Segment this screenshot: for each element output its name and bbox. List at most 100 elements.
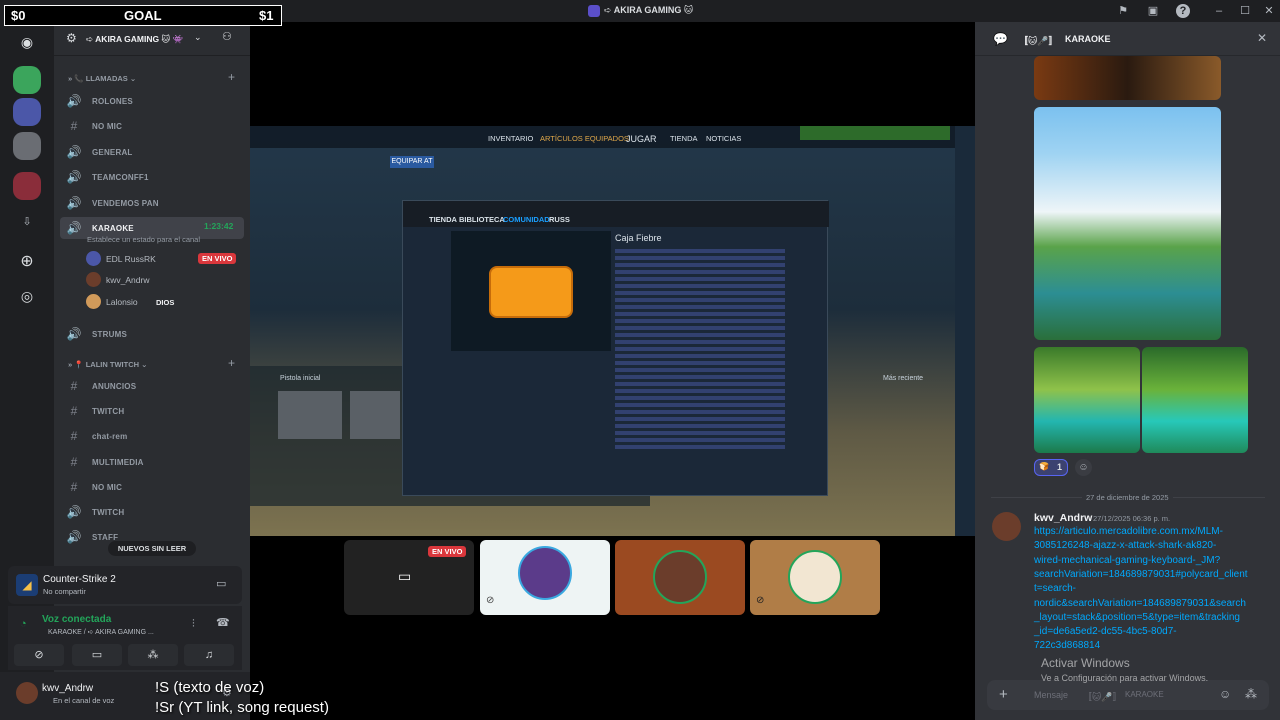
tile-user[interactable]: ⊘ xyxy=(750,540,880,615)
server-icon[interactable] xyxy=(13,172,41,200)
voice-user-name[interactable]: Lalonsio xyxy=(106,297,138,307)
game-tab[interactable]: TIENDA xyxy=(670,134,698,143)
steam-tab[interactable]: COMUNIDAD xyxy=(503,215,550,224)
karaoke-status[interactable]: Establece un estado para el canal xyxy=(87,235,200,244)
chat-input[interactable]: + Mensaje 〚🐱🎤〛 KARAOKE ☺ ⁂ xyxy=(987,680,1269,710)
weapon-card[interactable] xyxy=(350,391,400,439)
emoji-picker-icon[interactable]: ☺ xyxy=(1219,687,1231,701)
channel-twitch[interactable]: 🔊 TWITCH xyxy=(60,501,244,523)
add-attachment-icon[interactable]: + xyxy=(999,686,1008,703)
voice-channel-icon: 🔊 xyxy=(66,170,82,184)
share-screen-button[interactable]: ▭ xyxy=(72,644,122,666)
message-link-line[interactable]: searchVariation=184689879031#polycard_cl… xyxy=(1034,569,1248,580)
chevron-down-icon[interactable]: ⌄ xyxy=(194,32,202,43)
image-attachment[interactable] xyxy=(1034,56,1221,100)
chat-header-emoji: 〚🐱🎤〛 xyxy=(1019,36,1058,46)
steam-tab[interactable]: TIENDA xyxy=(429,215,457,224)
camera-off-button[interactable]: ⊘ xyxy=(14,644,64,666)
message-link-line[interactable]: 3085126248-ajazz-x-attack-shark-ak820- xyxy=(1034,540,1216,551)
waterfall-image[interactable] xyxy=(1034,107,1221,340)
add-channel-icon[interactable]: + xyxy=(228,356,235,370)
game-tab[interactable]: JUGAR xyxy=(626,134,657,144)
stream-video[interactable]: INVENTARIO ARTÍCULOS EQUIPADOS JUGAR TIENDA… xyxy=(250,126,975,536)
voice-user-name[interactable]: kwv_Andrw xyxy=(106,275,149,285)
game-tab[interactable]: NOTICIAS xyxy=(706,134,741,143)
server-icon[interactable] xyxy=(13,132,41,160)
voice-user-name[interactable]: EDL RussRK xyxy=(106,254,156,264)
channel-general[interactable]: 🔊 GENERAL xyxy=(60,141,244,163)
message-link-line[interactable]: wired-mechanical-gaming-keyboard-_JM? xyxy=(1034,555,1220,566)
voice-user-avatar[interactable] xyxy=(86,251,101,266)
message-link-line[interactable]: t=search- xyxy=(1034,583,1076,594)
message-link-line[interactable]: https://articulo.mercadolibre.com.mx/MLM… xyxy=(1034,526,1223,537)
channel-no-mic[interactable]: # NO MIC xyxy=(60,476,244,498)
live-badge: EN VIVO xyxy=(428,546,467,557)
message-avatar[interactable] xyxy=(992,512,1021,541)
message-link-line[interactable]: _id=de6a5ed2-dc55-4bc5-80d7- xyxy=(1034,626,1177,637)
voice-location[interactable]: KARAOKE / ➪ AKIRA GAMING ... xyxy=(48,628,154,636)
add-channel-icon[interactable]: + xyxy=(228,70,235,84)
help-icon[interactable]: ? xyxy=(1176,4,1190,18)
game-side-rail xyxy=(955,126,975,536)
message-author[interactable]: kwv_Andrw xyxy=(1034,512,1092,524)
disconnect-icon[interactable]: ☎ xyxy=(216,616,230,629)
message-link-line[interactable]: nordic&searchVariation=184689879031&sear… xyxy=(1034,598,1246,609)
channel-rolones[interactable]: 🔊 ROLONES xyxy=(60,90,244,112)
lagoon-image[interactable] xyxy=(1034,347,1140,453)
steam-tab[interactable]: BIBLIOTECA xyxy=(459,215,505,224)
game-tab[interactable]: ARTÍCULOS EQUIPADOS xyxy=(540,134,629,143)
download-icon[interactable]: ⇩ xyxy=(13,208,41,236)
settings-icon[interactable]: ⚙ xyxy=(66,31,77,45)
share-screen-icon[interactable]: ▭ xyxy=(216,577,226,590)
tile-stream[interactable]: EN VIVO ▭ xyxy=(344,540,474,615)
voice-channel-icon: 🔊 xyxy=(66,196,82,210)
channel-twitch[interactable]: # TWITCH xyxy=(60,400,244,422)
reaction-button[interactable]: 🍞 1 xyxy=(1034,459,1068,476)
new-unread-pill[interactable]: NUEVOS SIN LEER xyxy=(108,541,196,556)
channel-teamconff1[interactable]: 🔊 TEAMCONFF1 xyxy=(60,166,244,188)
channel-strums[interactable]: 🔊 STRUMS xyxy=(60,323,244,345)
lagoon-image[interactable] xyxy=(1142,347,1248,453)
add-reaction-icon[interactable]: ☺ xyxy=(1075,459,1092,476)
signal-icon[interactable]: ◔ xyxy=(20,618,27,630)
apps-icon[interactable]: ⁂ xyxy=(1245,687,1257,701)
pip-icon[interactable]: ▣ xyxy=(1146,4,1160,18)
message-link-line[interactable]: 722c3d868814 xyxy=(1034,640,1100,651)
channel-anuncios[interactable]: # ANUNCIOS xyxy=(60,375,244,397)
channel-chat-rem[interactable]: # chat-rem xyxy=(60,425,244,447)
category-llamadas[interactable]: » 📞 LLAMADAS ⌄ xyxy=(68,74,136,83)
inbox-icon[interactable]: ⚑ xyxy=(1116,4,1130,18)
server-icon[interactable] xyxy=(13,66,41,94)
tile-user[interactable] xyxy=(615,540,745,615)
channel-label: TEAMCONFF1 xyxy=(92,173,149,182)
voice-user-avatar[interactable] xyxy=(86,272,101,287)
add-server-icon[interactable]: ⊕ xyxy=(13,248,41,276)
discover-icon[interactable]: ◎ xyxy=(13,282,41,310)
noise-suppression-icon[interactable]: ⫶ xyxy=(192,618,195,631)
chat-panel: 💬 〚🐱🎤〛 KARAOKE ✕ 🍞 1 ☺ 27 de diciembre d… xyxy=(975,22,1280,720)
voice-user-avatar[interactable] xyxy=(86,294,101,309)
tile-user[interactable]: ⊘ xyxy=(480,540,610,615)
maximize-icon[interactable]: ☐ xyxy=(1238,4,1252,18)
add-member-icon[interactable]: ⚇ xyxy=(222,30,232,43)
message-link-line[interactable]: _layout=stack&position=5&type=item&track… xyxy=(1034,612,1240,623)
soundboard-button[interactable]: ♫ xyxy=(184,644,234,666)
activities-button[interactable]: ⁂ xyxy=(128,644,178,666)
channel-label: TWITCH xyxy=(92,508,125,517)
weapon-card[interactable] xyxy=(278,391,342,439)
server-header[interactable]: ⚙ ➪ AKIRA GAMING 🐱 👾 ⌄ ⚇ xyxy=(54,22,250,56)
voice-panel: ◔ Voz conectada KARAOKE / ➪ AKIRA GAMING… xyxy=(8,606,242,670)
user-avatar[interactable] xyxy=(16,682,38,704)
close-chat-icon[interactable]: ✕ xyxy=(1257,31,1267,45)
discord-home-icon[interactable]: ◉ xyxy=(13,28,41,56)
channel-no-mic[interactable]: # NO MIC xyxy=(60,115,244,137)
game-tab[interactable]: INVENTARIO xyxy=(488,134,533,143)
server-icon-akira[interactable] xyxy=(13,98,41,126)
steam-tab[interactable]: RUSS xyxy=(549,215,570,224)
user-name[interactable]: kwv_Andrw xyxy=(42,683,93,694)
channel-multimedia[interactable]: # MULTIMEDIA xyxy=(60,451,244,473)
channel-vendemos-pan[interactable]: 🔊 VENDEMOS PAN xyxy=(60,192,244,214)
minimize-icon[interactable]: – xyxy=(1212,4,1226,18)
category-lalin[interactable]: » 📍 LALIN TWITCH ⌄ xyxy=(68,360,147,369)
close-icon[interactable]: ✕ xyxy=(1262,4,1276,18)
